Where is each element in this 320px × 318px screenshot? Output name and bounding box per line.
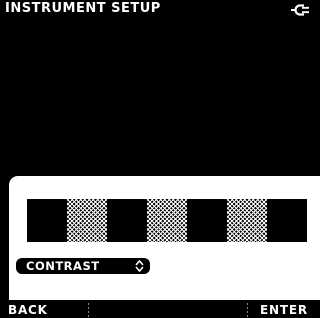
contrast-label: CONTRAST (26, 259, 100, 273)
pattern-bar-gray (67, 199, 107, 242)
instrument-screen: INSTRUMENT SETUP CONTRAST BACK ENTER (0, 0, 320, 318)
contrast-test-pattern (27, 199, 307, 242)
enter-softkey[interactable]: ENTER (260, 303, 308, 317)
title-bar: INSTRUMENT SETUP (0, 0, 320, 20)
up-down-arrows-icon (135, 260, 144, 272)
back-softkey[interactable]: BACK (8, 303, 48, 317)
softkey-bar: BACK ENTER (0, 302, 320, 318)
pattern-bar-gray (227, 199, 267, 242)
pattern-bar-black (27, 199, 67, 242)
power-plug-icon (291, 4, 309, 16)
pattern-bar-black (267, 199, 307, 242)
screen-title: INSTRUMENT SETUP (5, 1, 161, 16)
contrast-selector[interactable]: CONTRAST (16, 258, 150, 274)
softkey-divider (88, 303, 89, 318)
pattern-bar-gray (147, 199, 187, 242)
pattern-bar-black (107, 199, 147, 242)
softkey-divider (247, 303, 248, 318)
pattern-bar-black (187, 199, 227, 242)
